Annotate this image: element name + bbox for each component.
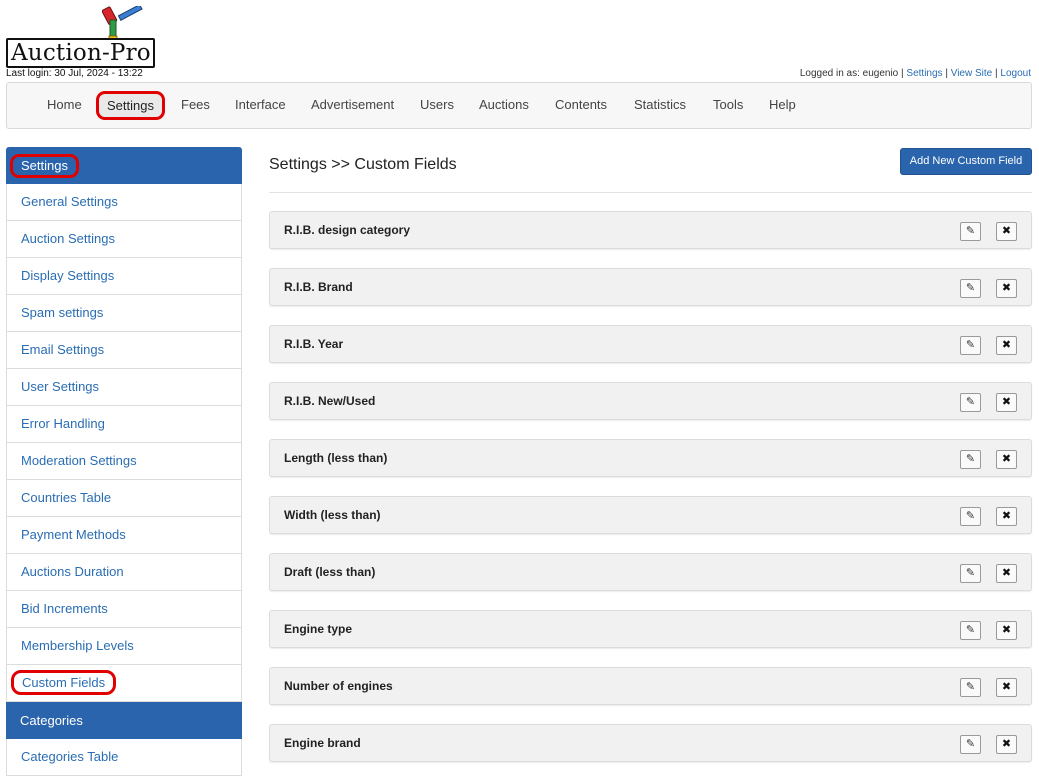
- custom-field-name: Width (less than): [284, 508, 381, 522]
- sidebar-item-display-settings[interactable]: Display Settings: [6, 258, 242, 295]
- custom-field-row: Engine type ✎ ✖: [269, 610, 1032, 648]
- separator: |: [945, 68, 948, 79]
- custom-field-row: R.I.B. New/Used ✎ ✖: [269, 382, 1032, 420]
- nav-interface[interactable]: Interface: [235, 83, 286, 128]
- sidebar-item-bid-increments[interactable]: Bid Increments: [6, 591, 242, 628]
- nav-advertisement[interactable]: Advertisement: [311, 83, 394, 128]
- sidebar-item-payment-methods[interactable]: Payment Methods: [6, 517, 242, 554]
- view-site-link[interactable]: View Site: [951, 68, 993, 79]
- sidebar-item-error-handling[interactable]: Error Handling: [6, 406, 242, 443]
- logged-in-as: Logged in as: eugenio |: [799, 68, 904, 79]
- close-icon[interactable]: ✖: [996, 336, 1017, 355]
- close-icon[interactable]: ✖: [996, 678, 1017, 697]
- close-icon[interactable]: ✖: [996, 621, 1017, 640]
- pencil-icon[interactable]: ✎: [960, 393, 981, 412]
- close-icon[interactable]: ✖: [996, 279, 1017, 298]
- custom-field-row: Number of engines ✎ ✖: [269, 667, 1032, 705]
- sidebar-header-label: Settings: [10, 154, 79, 178]
- custom-field-name: R.I.B. Brand: [284, 280, 353, 294]
- sidebar-item-auctions-duration[interactable]: Auctions Duration: [6, 554, 242, 591]
- nav-statistics[interactable]: Statistics: [634, 83, 686, 128]
- nav-settings[interactable]: Settings: [96, 91, 165, 120]
- sidebar-item-moderation-settings[interactable]: Moderation Settings: [6, 443, 242, 480]
- sidebar-item-categories-table[interactable]: Categories Table: [6, 739, 242, 776]
- close-icon[interactable]: ✖: [996, 735, 1017, 754]
- custom-field-row: Width (less than) ✎ ✖: [269, 496, 1032, 534]
- custom-field-name: R.I.B. Year: [284, 337, 344, 351]
- sidebar-item-email-settings[interactable]: Email Settings: [6, 332, 242, 369]
- nav-tools[interactable]: Tools: [713, 83, 743, 128]
- divider: [269, 192, 1032, 193]
- custom-field-row: Length (less than) ✎ ✖: [269, 439, 1032, 477]
- close-icon[interactable]: ✖: [996, 393, 1017, 412]
- sidebar-item-general-settings[interactable]: General Settings: [6, 184, 242, 221]
- pencil-icon[interactable]: ✎: [960, 678, 981, 697]
- user-links: Logged in as: eugenio | Settings | View …: [800, 68, 1031, 79]
- close-icon[interactable]: ✖: [996, 450, 1017, 469]
- gavel-icon: [102, 6, 143, 40]
- top-nav: Home Settings Fees Interface Advertiseme…: [6, 82, 1032, 129]
- custom-field-row: R.I.B. design category ✎ ✖: [269, 211, 1032, 249]
- nav-auctions[interactable]: Auctions: [479, 83, 529, 128]
- sidebar-item-custom-fields[interactable]: Custom Fields: [6, 665, 242, 702]
- custom-field-name: Draft (less than): [284, 565, 376, 579]
- custom-field-name: R.I.B. design category: [284, 223, 411, 237]
- custom-field-row: R.I.B. Brand ✎ ✖: [269, 268, 1032, 306]
- custom-field-name: Length (less than): [284, 451, 388, 465]
- nav-fees[interactable]: Fees: [181, 83, 210, 128]
- sidebar-item-auction-settings[interactable]: Auction Settings: [6, 221, 242, 258]
- pencil-icon[interactable]: ✎: [960, 621, 981, 640]
- sidebar: Settings General Settings Auction Settin…: [6, 147, 242, 776]
- page-title: Settings >> Custom Fields: [269, 156, 457, 173]
- pencil-icon[interactable]: ✎: [960, 279, 981, 298]
- separator: |: [995, 68, 998, 79]
- custom-field-name: Engine type: [284, 622, 353, 636]
- last-login: Last login: 30 Jul, 2024 - 13:22: [6, 68, 143, 79]
- pencil-icon[interactable]: ✎: [960, 222, 981, 241]
- close-icon[interactable]: ✖: [996, 222, 1017, 241]
- logo[interactable]: Auction-Pro: [6, 6, 156, 68]
- custom-field-name: R.I.B. New/Used: [284, 394, 376, 408]
- sidebar-item-user-settings[interactable]: User Settings: [6, 369, 242, 406]
- custom-field-row: R.I.B. Year ✎ ✖: [269, 325, 1032, 363]
- sidebar-item-spam-settings[interactable]: Spam settings: [6, 295, 242, 332]
- pencil-icon[interactable]: ✎: [960, 450, 981, 469]
- nav-home[interactable]: Home: [47, 83, 82, 128]
- pencil-icon[interactable]: ✎: [960, 507, 981, 526]
- pencil-icon[interactable]: ✎: [960, 336, 981, 355]
- close-icon[interactable]: ✖: [996, 564, 1017, 583]
- settings-link[interactable]: Settings: [906, 68, 942, 79]
- custom-field-name: Number of engines: [284, 679, 393, 693]
- close-icon[interactable]: ✖: [996, 507, 1017, 526]
- nav-users[interactable]: Users: [420, 83, 454, 128]
- logout-link[interactable]: Logout: [1000, 68, 1031, 79]
- sidebar-item-membership-levels[interactable]: Membership Levels: [6, 628, 242, 665]
- sidebar-header-settings[interactable]: Settings: [6, 147, 242, 184]
- nav-contents[interactable]: Contents: [555, 83, 607, 128]
- sidebar-item-countries-table[interactable]: Countries Table: [6, 480, 242, 517]
- custom-field-name: Engine brand: [284, 736, 361, 750]
- custom-field-row: Engine brand ✎ ✖: [269, 724, 1032, 762]
- add-custom-field-button[interactable]: Add New Custom Field: [900, 148, 1032, 175]
- nav-help[interactable]: Help: [769, 83, 796, 128]
- pencil-icon[interactable]: ✎: [960, 735, 981, 754]
- logo-text: Auction-Pro: [6, 38, 155, 68]
- sidebar-header-categories[interactable]: Categories: [6, 702, 242, 739]
- custom-field-row: Draft (less than) ✎ ✖: [269, 553, 1032, 591]
- pencil-icon[interactable]: ✎: [960, 564, 981, 583]
- sidebar-item-label: Custom Fields: [11, 670, 117, 695]
